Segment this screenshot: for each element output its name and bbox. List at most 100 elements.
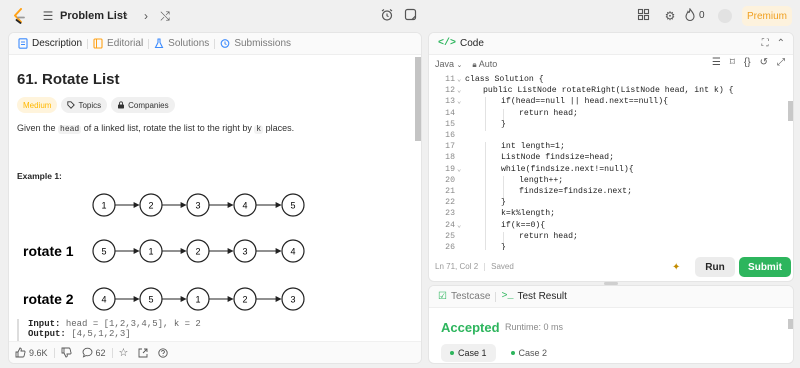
line-number: 22 bbox=[445, 198, 455, 208]
tab-solutions-label: Solutions bbox=[168, 38, 210, 49]
indent-guide bbox=[485, 119, 486, 131]
indent-guide bbox=[485, 97, 486, 109]
prev-problem-button[interactable]: ‹ bbox=[118, 8, 134, 24]
input-value: head = [1,2,3,4,5], k = 2 bbox=[65, 319, 201, 329]
dislike-button[interactable] bbox=[61, 347, 72, 358]
share-icon bbox=[138, 348, 148, 357]
settings-button[interactable]: ⚙ bbox=[662, 8, 678, 24]
braces-icon[interactable]: {} bbox=[744, 57, 751, 68]
comments-button[interactable]: 62 bbox=[82, 347, 106, 358]
test-scroll-thumb[interactable] bbox=[788, 319, 793, 329]
code-line: } bbox=[501, 119, 506, 129]
coins-button[interactable]: 0 bbox=[684, 8, 705, 22]
maximize-icon[interactable]: ⛶ bbox=[762, 38, 769, 49]
difficulty-badge[interactable]: Medium bbox=[17, 97, 58, 113]
help-button[interactable] bbox=[158, 347, 169, 358]
flame-icon bbox=[685, 8, 695, 22]
figure-node-value: 4 bbox=[242, 201, 247, 211]
collapse-icon[interactable]: ⌃ bbox=[777, 38, 785, 49]
submit-button[interactable]: Submit bbox=[739, 257, 791, 277]
editor-scroll-thumb[interactable] bbox=[788, 101, 793, 121]
notes-button[interactable] bbox=[404, 8, 417, 21]
shuffle-icon: ⤭ bbox=[160, 8, 170, 23]
tab-description[interactable]: Description bbox=[13, 38, 87, 49]
avatar[interactable] bbox=[718, 9, 732, 23]
tag-icon bbox=[67, 101, 76, 109]
case-tab[interactable]: Case 2 bbox=[502, 344, 557, 362]
indent-guide bbox=[503, 175, 504, 187]
figure-node-value: 3 bbox=[290, 295, 295, 305]
line-number: 20 bbox=[445, 175, 455, 185]
favorite-button[interactable]: ☆ bbox=[119, 346, 129, 359]
inline-code: k bbox=[254, 125, 264, 134]
figure-row-label: rotate 1 bbox=[23, 243, 74, 259]
layout-button[interactable] bbox=[637, 8, 650, 21]
code-editor[interactable]: 11 ⌄ class Solution {12 ⌄ public ListNode ro… bbox=[429, 73, 785, 250]
tab-submissions[interactable]: Submissions bbox=[215, 38, 296, 49]
code-line: class Solution { bbox=[465, 75, 544, 84]
comment-icon bbox=[82, 347, 92, 358]
timer-button[interactable] bbox=[380, 8, 394, 22]
share-button[interactable] bbox=[138, 348, 148, 358]
tab-code-label: Code bbox=[460, 38, 484, 49]
format-icon[interactable]: ☰ bbox=[712, 57, 721, 68]
topics-label: Topics bbox=[78, 100, 102, 110]
description-scroll-thumb[interactable] bbox=[415, 57, 421, 141]
line-number: 21 bbox=[445, 187, 455, 196]
test-scrollbar[interactable] bbox=[786, 308, 793, 363]
editor-scrollbar[interactable] bbox=[786, 73, 793, 250]
fold-chevron-icon[interactable]: ⌄ bbox=[457, 97, 461, 106]
code-line: if(head==null || head.next==null){ bbox=[501, 97, 669, 107]
code-line: } bbox=[501, 198, 506, 208]
grid-icon bbox=[637, 8, 650, 21]
mode-label: Auto bbox=[478, 58, 498, 69]
random-problem-button[interactable]: ⤭ bbox=[157, 8, 173, 24]
fold-chevron-icon[interactable]: ⌄ bbox=[457, 75, 461, 84]
premium-button[interactable]: Premium bbox=[742, 6, 792, 26]
list-icon: ☰ bbox=[42, 9, 54, 23]
test-tabs: ☑ Testcase >_ Test Result bbox=[429, 286, 793, 308]
top-bar: ☰ Problem List ‹ › ⤭ ⚙ 0 Premium bbox=[0, 0, 800, 32]
problem-list-link[interactable]: ☰ Problem List bbox=[40, 8, 127, 24]
fold-chevron-icon[interactable]: ⌄ bbox=[457, 86, 461, 95]
figure-node-value: 1 bbox=[195, 295, 200, 305]
sparkle-icon[interactable]: ✦ bbox=[672, 262, 680, 273]
case-tab[interactable]: Case 1 bbox=[441, 344, 496, 362]
chevron-right-icon: › bbox=[144, 9, 148, 23]
language-select[interactable]: Java ⌄ bbox=[435, 59, 462, 69]
next-problem-button[interactable]: › bbox=[138, 8, 154, 24]
inline-code: head bbox=[58, 125, 82, 134]
tab-solutions[interactable]: Solutions bbox=[149, 38, 214, 49]
reset-icon[interactable]: ↺ bbox=[760, 57, 768, 68]
topics-button[interactable]: Topics bbox=[61, 97, 108, 113]
figure-node-value: 5 bbox=[101, 247, 106, 257]
companies-button[interactable]: Companies bbox=[111, 97, 175, 113]
case-label: Case 1 bbox=[458, 348, 487, 358]
code-panel-controls: ⛶ ⌃ bbox=[762, 38, 785, 49]
fold-chevron-icon[interactable]: ⌄ bbox=[457, 165, 461, 174]
description-panel: Description Editorial Solutions Submissi… bbox=[8, 32, 422, 364]
tab-test-result-label: Test Result bbox=[517, 291, 567, 302]
tab-code[interactable]: </> Code bbox=[433, 38, 489, 49]
tab-test-result[interactable]: >_ Test Result bbox=[496, 291, 571, 302]
indent-guide bbox=[485, 175, 486, 187]
tab-editorial[interactable]: Editorial bbox=[88, 38, 148, 49]
code-line: ListNode findsize=head; bbox=[501, 153, 615, 163]
saved-status: Saved bbox=[491, 262, 514, 271]
desc-text: of a linked list, rotate the list to the… bbox=[81, 123, 255, 133]
footer-separator bbox=[53, 347, 55, 358]
expand-icon[interactable]: ⤢ bbox=[777, 57, 785, 68]
code-panel: </> Code ⛶ ⌃ Java ⌄ 🔒︎ Auto ☰ ⌑ {} ↺ ⤢ 1… bbox=[428, 32, 794, 282]
like-button[interactable]: 9.6K bbox=[15, 347, 48, 358]
run-button[interactable]: Run bbox=[695, 257, 735, 277]
mode-indicator[interactable]: 🔒︎ Auto bbox=[472, 59, 497, 70]
bookmark-icon[interactable]: ⌑ bbox=[730, 57, 735, 68]
note-icon bbox=[404, 8, 417, 21]
figure-node-value: 5 bbox=[290, 201, 295, 211]
logo-icon[interactable] bbox=[12, 8, 26, 24]
tab-testcase[interactable]: ☑ Testcase bbox=[433, 291, 495, 302]
fold-chevron-icon[interactable]: ⌄ bbox=[457, 221, 461, 230]
indent-guide bbox=[485, 142, 486, 154]
figure-node-value: 4 bbox=[290, 247, 295, 257]
checkbox-icon: ☑ bbox=[438, 291, 447, 302]
